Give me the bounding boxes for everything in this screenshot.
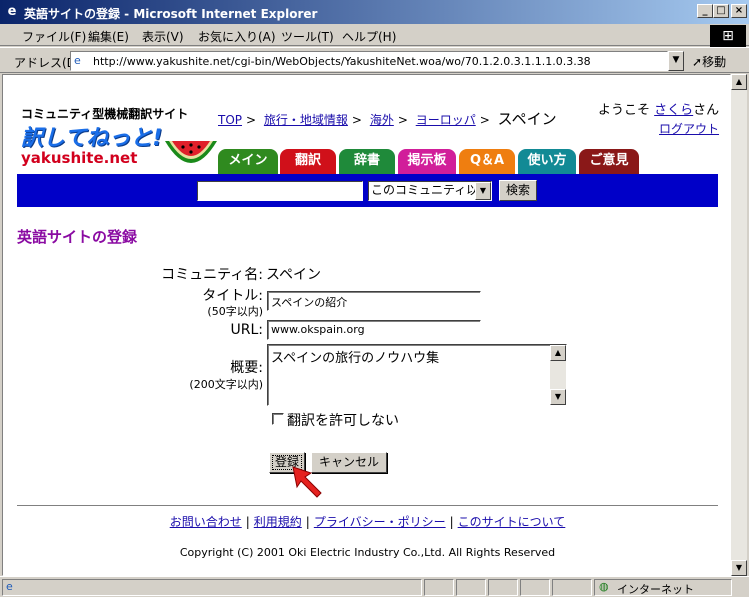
tab-translate[interactable]: 翻訳 xyxy=(280,149,336,174)
ie-icon: e xyxy=(7,4,17,19)
search-input[interactable] xyxy=(197,181,363,201)
windows-logo-icon: ⊞ xyxy=(710,25,746,47)
search-scope-value: このコミュニティ以下 xyxy=(371,183,491,197)
address-url: http://www.yakushite.net/cgi-bin/WebObje… xyxy=(93,55,591,68)
status-pane xyxy=(456,579,486,596)
chevron-down-icon[interactable]: ▼ xyxy=(475,182,491,200)
no-translate-label: 翻訳を許可しない xyxy=(287,413,399,429)
title-hint: (50字以内) xyxy=(207,305,263,318)
community-value: スペイン xyxy=(266,267,322,283)
url-label: URL: xyxy=(230,322,264,338)
tab-bulletin-board[interactable]: 掲示板 xyxy=(398,149,456,174)
status-pane xyxy=(520,579,550,596)
menu-edit[interactable]: 編集(E) xyxy=(88,28,129,45)
breadcrumb-europe[interactable]: ヨーロッパ xyxy=(416,113,476,127)
page-scrollbar[interactable]: ▲ ▼ xyxy=(731,74,747,576)
minimize-button[interactable]: _ xyxy=(697,4,713,18)
scroll-up-icon[interactable]: ▲ xyxy=(550,345,566,361)
breadcrumb-current: スペイン xyxy=(497,110,557,128)
logout-link[interactable]: ログアウト xyxy=(659,120,719,137)
welcome-message: ようこそ さくらさん xyxy=(598,99,719,118)
window-title: 英語サイトの登録 - Microsoft Internet Explorer xyxy=(24,7,318,21)
breadcrumb-separator-icon: > xyxy=(397,113,408,127)
menu-file[interactable]: ファイル(F) xyxy=(22,28,86,45)
copyright: Copyright (C) 2001 Oki Electric Industry… xyxy=(179,546,556,559)
status-pane xyxy=(488,579,518,596)
watermelon-icon xyxy=(165,141,217,163)
go-arrow-icon: ➚ xyxy=(692,55,703,69)
go-label: 移動 xyxy=(702,55,727,69)
search-button[interactable]: 検索 xyxy=(499,180,537,201)
footer-link-privacy[interactable]: プライバシー・ポリシー xyxy=(314,515,446,529)
search-scope-select[interactable]: このコミュニティ以下 ▼ xyxy=(368,181,492,201)
breadcrumb-separator-icon: > xyxy=(351,113,362,127)
menu-favorites[interactable]: お気に入り(A) xyxy=(198,28,276,45)
status-pane-main: e xyxy=(2,579,422,596)
scroll-down-icon[interactable]: ▼ xyxy=(550,389,566,405)
zone-label: インターネット xyxy=(617,583,694,596)
footer-link-about[interactable]: このサイトについて xyxy=(458,515,566,529)
close-button[interactable]: × xyxy=(731,4,747,18)
page-content: コミュニティ型機械翻訳サイト 訳してねっと! yakushite.net TOP… xyxy=(2,74,731,576)
url-input[interactable]: www.okspain.org xyxy=(267,320,481,340)
welcome-prefix: ようこそ xyxy=(598,103,651,118)
logo-url: yakushite.net xyxy=(21,149,138,167)
menu-view[interactable]: 表示(V) xyxy=(142,28,184,45)
page-title: 英語サイトの登録 xyxy=(17,228,138,246)
summary-label: 概要: xyxy=(230,360,263,376)
footer-separator: | xyxy=(245,515,250,529)
summary-text: スペインの旅行のノウハウ集 xyxy=(271,351,440,366)
breadcrumb-separator-icon: > xyxy=(246,113,257,127)
breadcrumb-separator-icon: > xyxy=(479,113,490,127)
breadcrumb-top[interactable]: TOP xyxy=(218,113,242,127)
pointer-arrow-icon xyxy=(292,466,322,498)
summary-scrollbar[interactable]: ▲ ▼ xyxy=(550,345,566,405)
breadcrumb-travel[interactable]: 旅行・地域情報 xyxy=(264,113,348,127)
menu-bar: ファイル(F) 編集(E) 表示(V) お気に入り(A) ツール(T) ヘルプ(… xyxy=(0,24,749,46)
username-link[interactable]: さくら xyxy=(654,103,693,118)
title-label: タイトル: xyxy=(202,288,263,304)
maximize-button[interactable]: □ xyxy=(713,4,729,18)
summary-textarea[interactable]: スペインの旅行のノウハウ集 ▲ ▼ xyxy=(267,344,567,406)
page-icon: e xyxy=(6,580,13,593)
status-pane xyxy=(424,579,454,596)
status-pane xyxy=(552,579,592,596)
no-translate-checkbox[interactable] xyxy=(272,413,284,425)
footer-links: お問い合わせ | 利用規約 | プライバシー・ポリシー | このサイトについて xyxy=(3,513,730,530)
page-icon: e xyxy=(74,54,81,67)
address-bar: アドレス(D) e http://www.yakushite.net/cgi-b… xyxy=(0,47,749,73)
tab-qa[interactable]: Q＆A xyxy=(459,149,515,174)
footer-divider xyxy=(17,505,718,507)
welcome-suffix: さん xyxy=(693,103,720,118)
tab-feedback[interactable]: ご意見 xyxy=(579,149,639,174)
go-button[interactable]: ➚移動 xyxy=(692,53,726,70)
footer-separator: | xyxy=(449,515,454,529)
site-logo[interactable]: 訳してねっと! xyxy=(21,120,162,152)
address-input[interactable]: e http://www.yakushite.net/cgi-bin/WebOb… xyxy=(70,51,668,71)
footer-separator: | xyxy=(305,515,310,529)
footer-link-terms[interactable]: 利用規約 xyxy=(254,515,302,529)
menu-tools[interactable]: ツール(T) xyxy=(281,28,334,45)
search-bar: このコミュニティ以下 ▼ 検索 xyxy=(17,174,718,207)
status-zone: ◍ インターネット xyxy=(594,579,732,596)
window-title-bar[interactable]: e 英語サイトの登録 - Microsoft Internet Explorer… xyxy=(0,0,749,24)
address-dropdown-button[interactable]: ▼ xyxy=(668,51,684,71)
title-input[interactable]: スペインの紹介 xyxy=(267,291,481,311)
scroll-down-icon[interactable]: ▼ xyxy=(731,560,747,576)
tab-dictionary[interactable]: 辞書 xyxy=(339,149,395,174)
menu-help[interactable]: ヘルプ(H) xyxy=(342,28,396,45)
community-label: コミュニティ名: xyxy=(161,267,263,283)
status-bar: e ◍ インターネット xyxy=(0,576,749,597)
tab-how-to[interactable]: 使い方 xyxy=(518,149,576,174)
summary-hint: (200文字以内) xyxy=(189,378,263,391)
footer-link-contact[interactable]: お問い合わせ xyxy=(170,515,242,529)
breadcrumb-overseas[interactable]: 海外 xyxy=(370,113,394,127)
scroll-up-icon[interactable]: ▲ xyxy=(731,74,747,90)
globe-icon: ◍ xyxy=(599,580,609,593)
breadcrumb: TOP > 旅行・地域情報 > 海外 > ヨーロッパ > スペイン xyxy=(218,108,557,129)
tab-main[interactable]: メイン xyxy=(218,149,278,174)
